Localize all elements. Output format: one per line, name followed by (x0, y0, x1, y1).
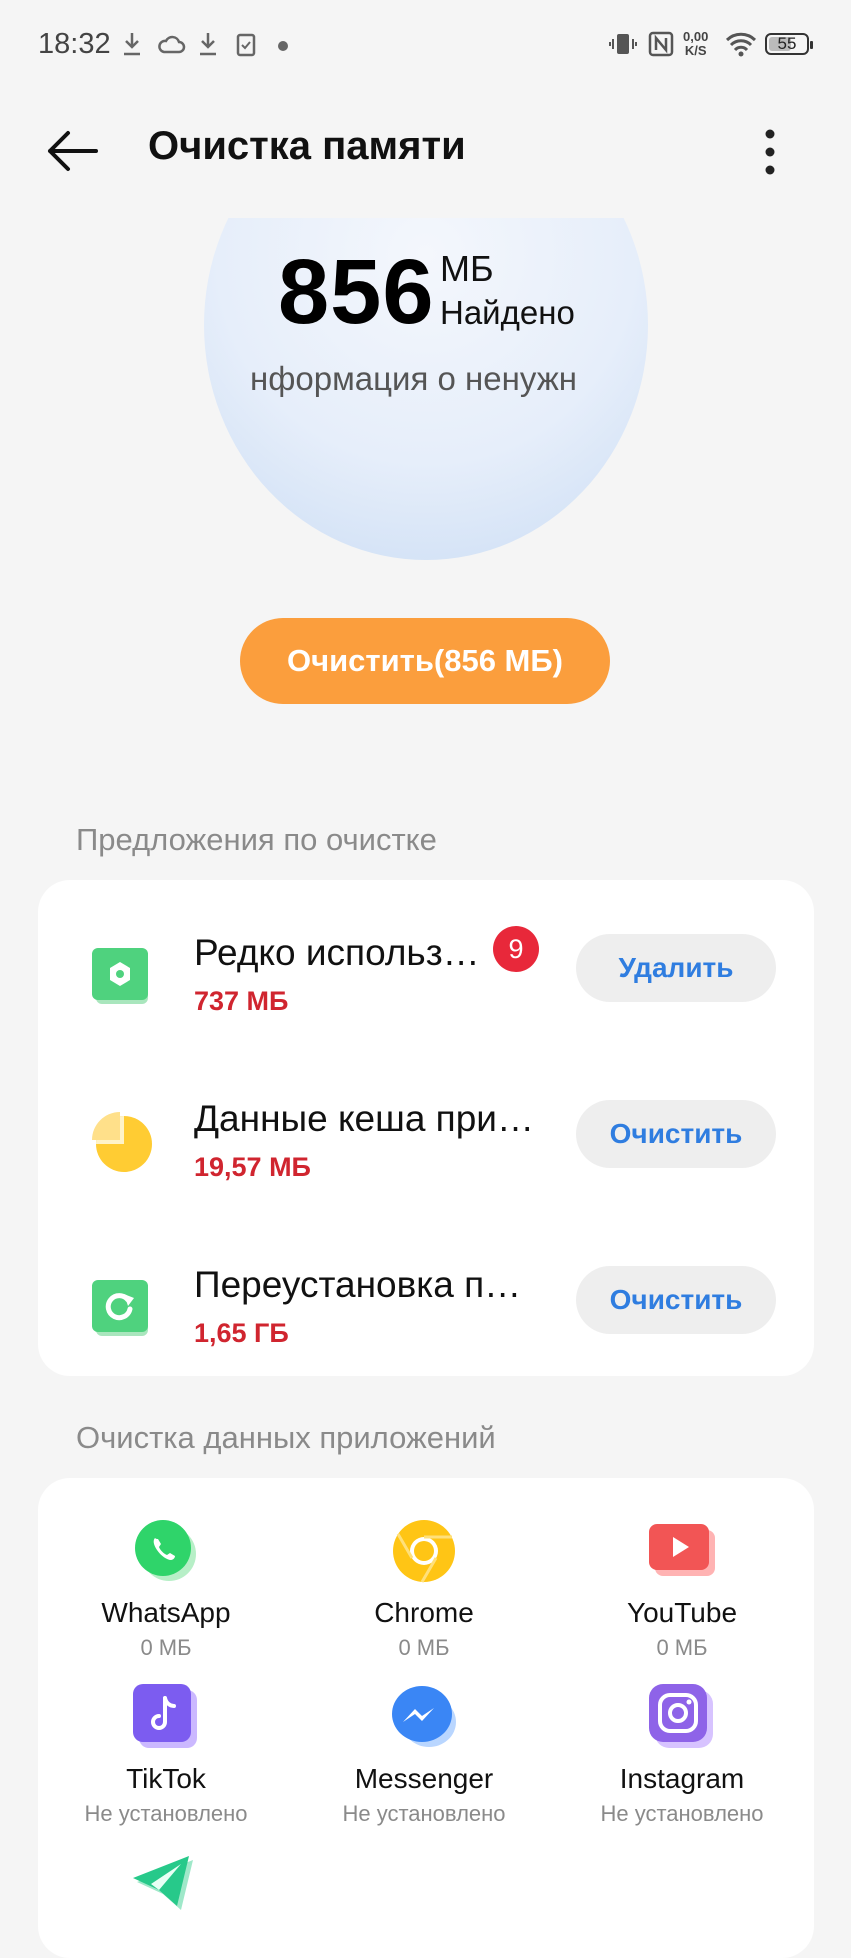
app-item-telegram[interactable] (56, 1848, 276, 1923)
app-size: 0 МБ (140, 1635, 192, 1660)
app-item-messenger[interactable]: Messenger Не установлено (314, 1682, 534, 1827)
wifi-icon (725, 32, 757, 57)
app-cleaning-section-title: Очистка данных приложений (76, 1420, 496, 1455)
reinstall-package-icon (92, 1280, 148, 1336)
junk-amount: 856 (278, 241, 435, 343)
junk-unit: МБ (440, 248, 494, 289)
cloud-icon (158, 35, 186, 54)
suggestion-size: 1,65 ГБ (194, 1318, 289, 1348)
suggestion-rarely-used[interactable]: Редко использ… 9 737 МБ Удалить (38, 922, 814, 1042)
app-item-whatsapp[interactable]: WhatsApp 0 МБ (56, 1516, 276, 1661)
app-item-instagram[interactable]: Instagram Не установлено (572, 1682, 792, 1827)
download-icon (124, 33, 140, 56)
suggestion-size: 19,57 МБ (194, 1152, 311, 1182)
suggestion-title: Редко использ… (194, 932, 480, 973)
page-title: Очистка памяти (148, 124, 466, 168)
app-item-tiktok[interactable]: TikTok Не установлено (56, 1682, 276, 1827)
clean-button[interactable]: Очистить (576, 1266, 776, 1334)
suggestion-title: Данные кеша при… (194, 1098, 534, 1139)
app-name: Messenger (354, 1763, 494, 1794)
scan-status-text: нформация о ненужн (250, 360, 577, 397)
delete-button[interactable]: Удалить (576, 934, 776, 1002)
tiktok-icon (133, 1684, 197, 1748)
count-badge: 9 (493, 926, 539, 972)
vibrate-icon (609, 34, 637, 54)
app-name: TikTok (126, 1763, 206, 1794)
app-size: 0 МБ (656, 1635, 708, 1660)
clean-button[interactable]: Очистить (576, 1100, 776, 1168)
cache-pie-icon (92, 1112, 152, 1172)
app-name: YouTube (626, 1597, 738, 1628)
notification-dot-icon (278, 41, 288, 51)
back-arrow-icon[interactable] (42, 126, 102, 176)
app-size: 0 МБ (398, 1635, 450, 1660)
download-icon (200, 33, 216, 56)
more-options-icon[interactable] (748, 124, 792, 180)
nfc-icon (648, 31, 674, 57)
app-size: Не установлено (342, 1801, 506, 1826)
suggestion-size: 737 МБ (194, 986, 289, 1016)
app-size: Не установлено (84, 1801, 248, 1826)
status-time: 18:32 (38, 28, 111, 60)
instagram-icon (649, 1684, 713, 1748)
suggestion-reinstall-packages[interactable]: Переустановка п… 1,65 ГБ Очистить (38, 1254, 814, 1374)
app-name: WhatsApp (101, 1597, 231, 1628)
telegram-icon (133, 1856, 193, 1910)
suggestions-card: Редко использ… 9 737 МБ Удалить Данные к… (38, 880, 814, 1376)
clean-all-button[interactable]: Очистить(856 МБ) (240, 618, 610, 704)
rarely-used-apps-icon (92, 948, 148, 1004)
app-item-chrome[interactable]: Chrome 0 МБ (314, 1516, 534, 1661)
network-speed: 0,00 K/S (683, 29, 709, 58)
suggestion-cache-data[interactable]: Данные кеша при… 19,57 МБ Очистить (38, 1088, 814, 1208)
app-name: Instagram (619, 1763, 745, 1794)
youtube-icon (649, 1524, 715, 1576)
app-cleaning-card: WhatsApp 0 МБ Chrome 0 МБ YouTube 0 МБ T… (38, 1478, 814, 1958)
clipboard-icon (236, 33, 256, 57)
chrome-icon (393, 1520, 455, 1583)
suggestions-section-title: Предложения по очистке (76, 822, 437, 857)
app-item-youtube[interactable]: YouTube 0 МБ (572, 1516, 792, 1661)
battery-indicator: 55 (765, 33, 813, 55)
whatsapp-icon (135, 1520, 196, 1581)
app-name: Chrome (374, 1597, 474, 1628)
messenger-icon (392, 1686, 456, 1747)
suggestion-title: Переустановка п… (194, 1264, 522, 1305)
app-size: Не установлено (600, 1801, 764, 1826)
found-label: Найдено (440, 294, 575, 331)
